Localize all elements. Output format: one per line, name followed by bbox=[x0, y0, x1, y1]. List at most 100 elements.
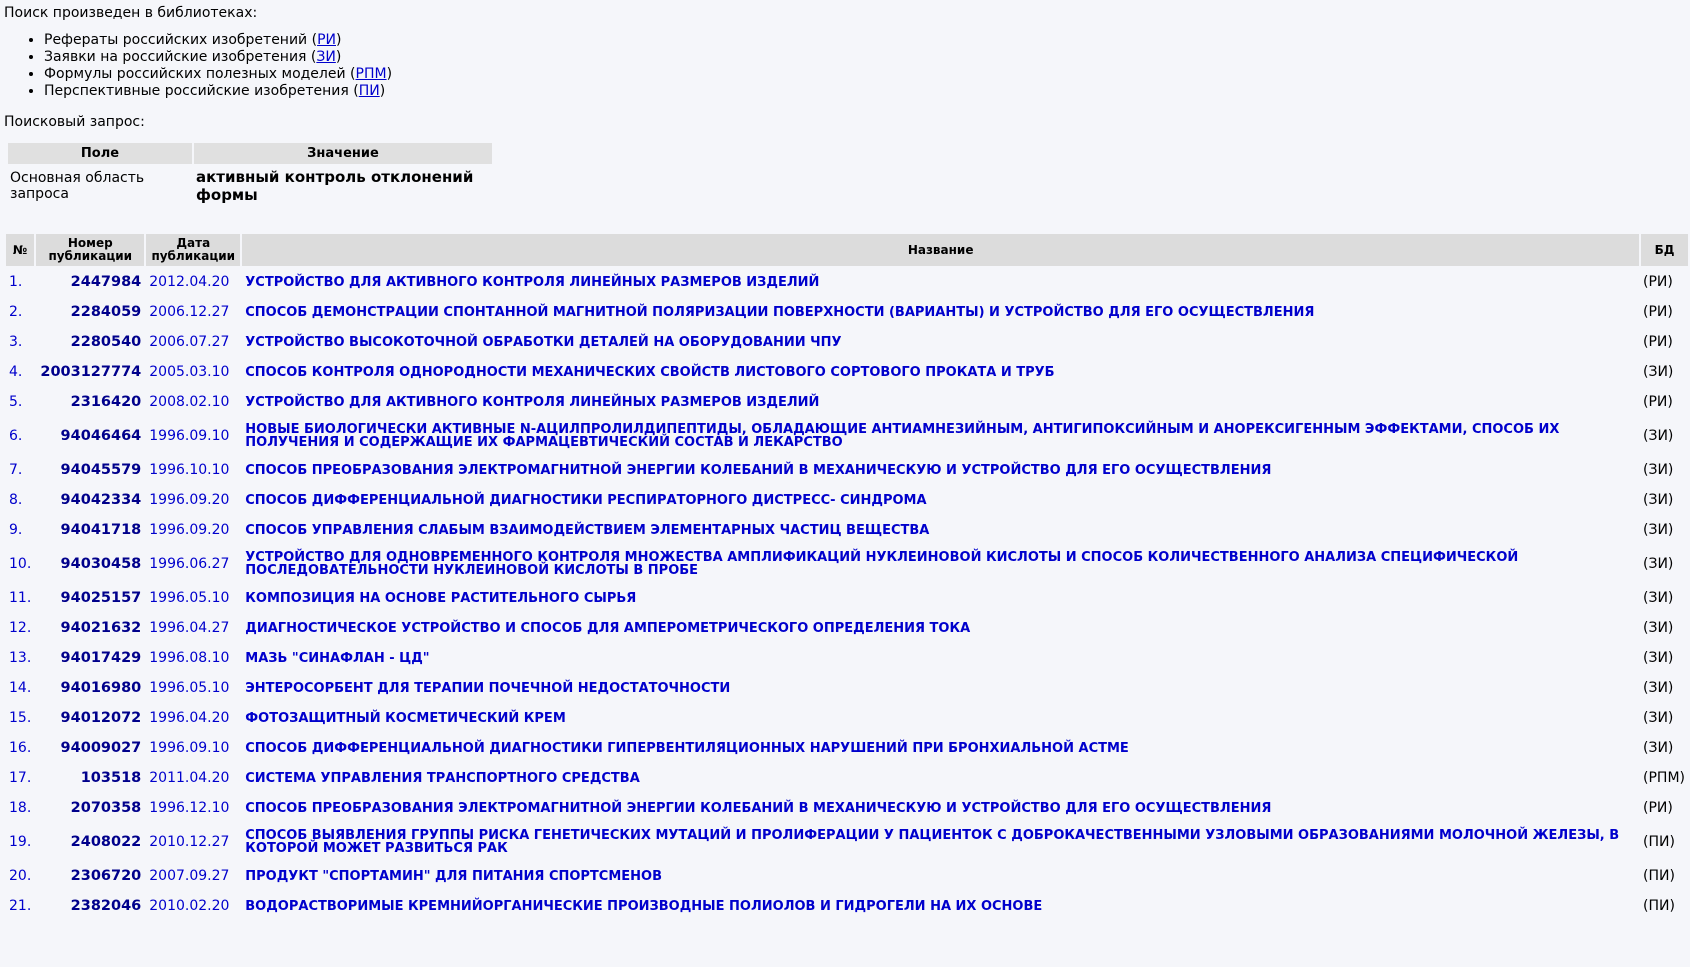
library-name: Перспективные российские изобретения bbox=[44, 83, 349, 99]
result-title-link[interactable]: СПОСОБ КОНТРОЛЯ ОДНОРОДНОСТИ МЕХАНИЧЕСКИ… bbox=[245, 365, 1054, 380]
result-title-link[interactable]: СПОСОБ ПРЕОБРАЗОВАНИЯ ЭЛЕКТРОМАГНИТНОЙ Э… bbox=[245, 801, 1271, 816]
result-row: 9. 94041718 1996.09.20 СПОСОБ УПРАВЛЕНИЯ СЛ… bbox=[6, 516, 1688, 544]
result-title-link[interactable]: НОВЫЕ БИОЛОГИЧЕСКИ АКТИВНЫЕ N-АЦИЛПРОЛИЛ… bbox=[245, 422, 1559, 450]
result-index: 21. bbox=[9, 898, 32, 914]
library-item: Формулы российских полезных моделей (РПМ… bbox=[44, 66, 1690, 83]
result-db: (ЗИ) bbox=[1643, 650, 1674, 666]
result-title-link[interactable]: МАЗЬ "СИНАФЛАН - ЦД" bbox=[245, 651, 429, 666]
result-title-cell: СПОСОБ ПРЕОБРАЗОВАНИЯ ЭЛЕКТРОМАГНИТНОЙ Э… bbox=[242, 794, 1639, 822]
result-index: 15. bbox=[9, 710, 32, 726]
publication-date: 2012.04.20 bbox=[149, 274, 230, 290]
result-row: 12. 94021632 1996.04.27 ДИАГНОСТИЧЕСКОЕ УСТ… bbox=[6, 614, 1688, 642]
result-title-link[interactable]: ЭНТЕРОСОРБЕНТ ДЛЯ ТЕРАПИИ ПОЧЕЧНОЙ НЕДОС… bbox=[245, 681, 730, 696]
result-title-link[interactable]: УСТРОЙСТВО ДЛЯ АКТИВНОГО КОНТРОЛЯ ЛИНЕЙН… bbox=[245, 275, 819, 290]
result-index: 7. bbox=[9, 462, 23, 478]
result-index: 4. bbox=[9, 364, 23, 380]
result-title-link[interactable]: СПОСОБ ПРЕОБРАЗОВАНИЯ ЭЛЕКТРОМАГНИТНОЙ Э… bbox=[245, 463, 1271, 478]
result-db: (ПИ) bbox=[1643, 868, 1675, 884]
result-title-link[interactable]: КОМПОЗИЦИЯ НА ОСНОВЕ РАСТИТЕЛЬНОГО СЫРЬЯ bbox=[245, 591, 636, 606]
publication-date: 2005.03.10 bbox=[149, 364, 230, 380]
result-db: (ЗИ) bbox=[1643, 590, 1674, 606]
library-code-link[interactable]: РПМ bbox=[356, 66, 387, 82]
publication-number: 2316420 bbox=[70, 394, 142, 410]
result-title-cell: СПОСОБ ПРЕОБРАЗОВАНИЯ ЭЛЕКТРОМАГНИТНОЙ Э… bbox=[242, 456, 1639, 484]
result-db: (ЗИ) bbox=[1643, 522, 1674, 538]
results-body: 1. 2447984 2012.04.20 УСТРОЙСТВО ДЛЯ АКТИВН… bbox=[6, 268, 1688, 920]
publication-date: 2006.07.27 bbox=[149, 334, 230, 350]
library-name: Заявки на российские изобретения bbox=[44, 49, 307, 65]
result-title-cell: СПОСОБ ДИФФЕРЕНЦИАЛЬНОЙ ДИАГНОСТИКИ РЕСП… bbox=[242, 486, 1639, 514]
result-title-link[interactable]: УСТРОЙСТВО ДЛЯ АКТИВНОГО КОНТРОЛЯ ЛИНЕЙН… bbox=[245, 395, 819, 410]
library-code-link[interactable]: ЗИ bbox=[316, 49, 335, 65]
publication-number: 94025157 bbox=[60, 590, 142, 606]
publication-date: 2008.02.10 bbox=[149, 394, 230, 410]
publication-date: 1996.09.10 bbox=[149, 428, 230, 444]
result-title-link[interactable]: ФОТОЗАЩИТНЫЙ КОСМЕТИЧЕСКИЙ КРЕМ bbox=[245, 711, 566, 726]
library-code-link[interactable]: РИ bbox=[317, 32, 336, 48]
publication-date: 1996.10.10 bbox=[149, 462, 230, 478]
results-header-row: № Номер публикации Дата публикации Назва… bbox=[6, 234, 1688, 266]
result-row: 19. 2408022 2010.12.27 СПОСОБ ВЫЯВЛЕНИЯ ГРУ… bbox=[6, 824, 1688, 860]
result-db: (ЗИ) bbox=[1643, 620, 1674, 636]
result-row: 2. 2284059 2006.12.27 СПОСОБ ДЕМОНСТРАЦИИ С… bbox=[6, 298, 1688, 326]
result-title-cell: СПОСОБ КОНТРОЛЯ ОДНОРОДНОСТИ МЕХАНИЧЕСКИ… bbox=[242, 358, 1639, 386]
query-value-header: Значение bbox=[194, 143, 492, 164]
result-index: 13. bbox=[9, 650, 32, 666]
query-label: Поисковый запрос: bbox=[4, 114, 145, 130]
query-table-row: Основная область запроса активный контро… bbox=[8, 166, 492, 206]
result-index: 14. bbox=[9, 680, 32, 696]
result-row: 7. 94045579 1996.10.10 СПОСОБ ПРЕОБРАЗОВАНИ… bbox=[6, 456, 1688, 484]
result-row: 8. 94042334 1996.09.20 СПОСОБ ДИФФЕРЕНЦИАЛЬ… bbox=[6, 486, 1688, 514]
result-title-link[interactable]: СПОСОБ ДЕМОНСТРАЦИИ СПОНТАННОЙ МАГНИТНОЙ… bbox=[245, 305, 1314, 320]
result-title-link[interactable]: СИСТЕМА УПРАВЛЕНИЯ ТРАНСПОРТНОГО СРЕДСТВ… bbox=[245, 771, 640, 786]
result-db: (ЗИ) bbox=[1643, 492, 1674, 508]
library-code-link[interactable]: ПИ bbox=[359, 83, 380, 99]
result-index: 20. bbox=[9, 868, 32, 884]
result-title-link[interactable]: СПОСОБ ДИФФЕРЕНЦИАЛЬНОЙ ДИАГНОСТИКИ РЕСП… bbox=[245, 493, 926, 508]
library-item: Заявки на российские изобретения (ЗИ) bbox=[44, 49, 1690, 66]
publication-date: 1996.04.27 bbox=[149, 620, 230, 636]
result-index: 8. bbox=[9, 492, 23, 508]
result-title-link[interactable]: ПРОДУКТ "СПОРТАМИН" ДЛЯ ПИТАНИЯ СПОРТСМЕ… bbox=[245, 869, 662, 884]
result-db: (ПИ) bbox=[1643, 834, 1675, 850]
library-name: Рефераты российских изобретений bbox=[44, 32, 308, 48]
result-title-cell: ВОДОРАСТВОРИМЫЕ КРЕМНИЙОРГАНИЧЕСКИЕ ПРОИ… bbox=[242, 892, 1639, 920]
query-table: Поле Значение Основная область запроса а… bbox=[6, 141, 494, 208]
result-title-link[interactable]: ВОДОРАСТВОРИМЫЕ КРЕМНИЙОРГАНИЧЕСКИЕ ПРОИ… bbox=[245, 899, 1042, 914]
result-db: (РИ) bbox=[1643, 304, 1673, 320]
result-index: 18. bbox=[9, 800, 32, 816]
result-title-link[interactable]: УСТРОЙСТВО ВЫСОКОТОЧНОЙ ОБРАБОТКИ ДЕТАЛЕ… bbox=[245, 335, 841, 350]
result-title-link[interactable]: СПОСОБ УПРАВЛЕНИЯ СЛАБЫМ ВЗАИМОДЕЙСТВИЕМ… bbox=[245, 523, 929, 538]
publication-number: 94045579 bbox=[60, 462, 142, 478]
result-db: (ЗИ) bbox=[1643, 364, 1674, 380]
publication-number: 103518 bbox=[80, 770, 142, 786]
result-title-cell: СПОСОБ ДЕМОНСТРАЦИИ СПОНТАННОЙ МАГНИТНОЙ… bbox=[242, 298, 1639, 326]
result-index: 2. bbox=[9, 304, 23, 320]
page: Поиск произведен в библиотеках: Рефераты… bbox=[0, 0, 1690, 922]
result-row: 1. 2447984 2012.04.20 УСТРОЙСТВО ДЛЯ АКТИВН… bbox=[6, 268, 1688, 296]
result-title-link[interactable]: ДИАГНОСТИЧЕСКОЕ УСТРОЙСТВО И СПОСОБ ДЛЯ … bbox=[245, 621, 970, 636]
library-list: Рефераты российских изобретений (РИ) Зая… bbox=[4, 32, 1690, 100]
result-title-link[interactable]: СПОСОБ ДИФФЕРЕНЦИАЛЬНОЙ ДИАГНОСТИКИ ГИПЕ… bbox=[245, 741, 1129, 756]
result-title-cell: ЭНТЕРОСОРБЕНТ ДЛЯ ТЕРАПИИ ПОЧЕЧНОЙ НЕДОС… bbox=[242, 674, 1639, 702]
query-field-header: Поле bbox=[8, 143, 192, 164]
publication-number: 94030458 bbox=[60, 556, 142, 572]
result-row: 20. 2306720 2007.09.27 ПРОДУКТ "СПОРТАМИН" … bbox=[6, 862, 1688, 890]
publication-number: 94017429 bbox=[60, 650, 142, 666]
result-index: 19. bbox=[9, 834, 32, 850]
result-db: (ЗИ) bbox=[1643, 680, 1674, 696]
result-db: (ЗИ) bbox=[1643, 740, 1674, 756]
result-title-link[interactable]: СПОСОБ ВЫЯВЛЕНИЯ ГРУППЫ РИСКА ГЕНЕТИЧЕСК… bbox=[245, 828, 1619, 856]
result-db: (ПИ) bbox=[1643, 898, 1675, 914]
result-title-cell: КОМПОЗИЦИЯ НА ОСНОВЕ РАСТИТЕЛЬНОГО СЫРЬЯ bbox=[242, 584, 1639, 612]
col-publication-number: Номер публикации bbox=[36, 234, 145, 266]
publication-number: 94016980 bbox=[60, 680, 142, 696]
result-title-cell: СИСТЕМА УПРАВЛЕНИЯ ТРАНСПОРТНОГО СРЕДСТВ… bbox=[242, 764, 1639, 792]
result-title-link[interactable]: УСТРОЙСТВО ДЛЯ ОДНОВРЕМЕННОГО КОНТРОЛЯ М… bbox=[245, 550, 1518, 578]
publication-number: 2382046 bbox=[70, 898, 142, 914]
publication-date: 1996.06.27 bbox=[149, 556, 230, 572]
result-row: 10. 94030458 1996.06.27 УСТРОЙСТВО ДЛЯ ОДНО… bbox=[6, 546, 1688, 582]
result-index: 12. bbox=[9, 620, 32, 636]
publication-number: 94021632 bbox=[60, 620, 142, 636]
query-field: Основная область запроса bbox=[10, 170, 145, 202]
